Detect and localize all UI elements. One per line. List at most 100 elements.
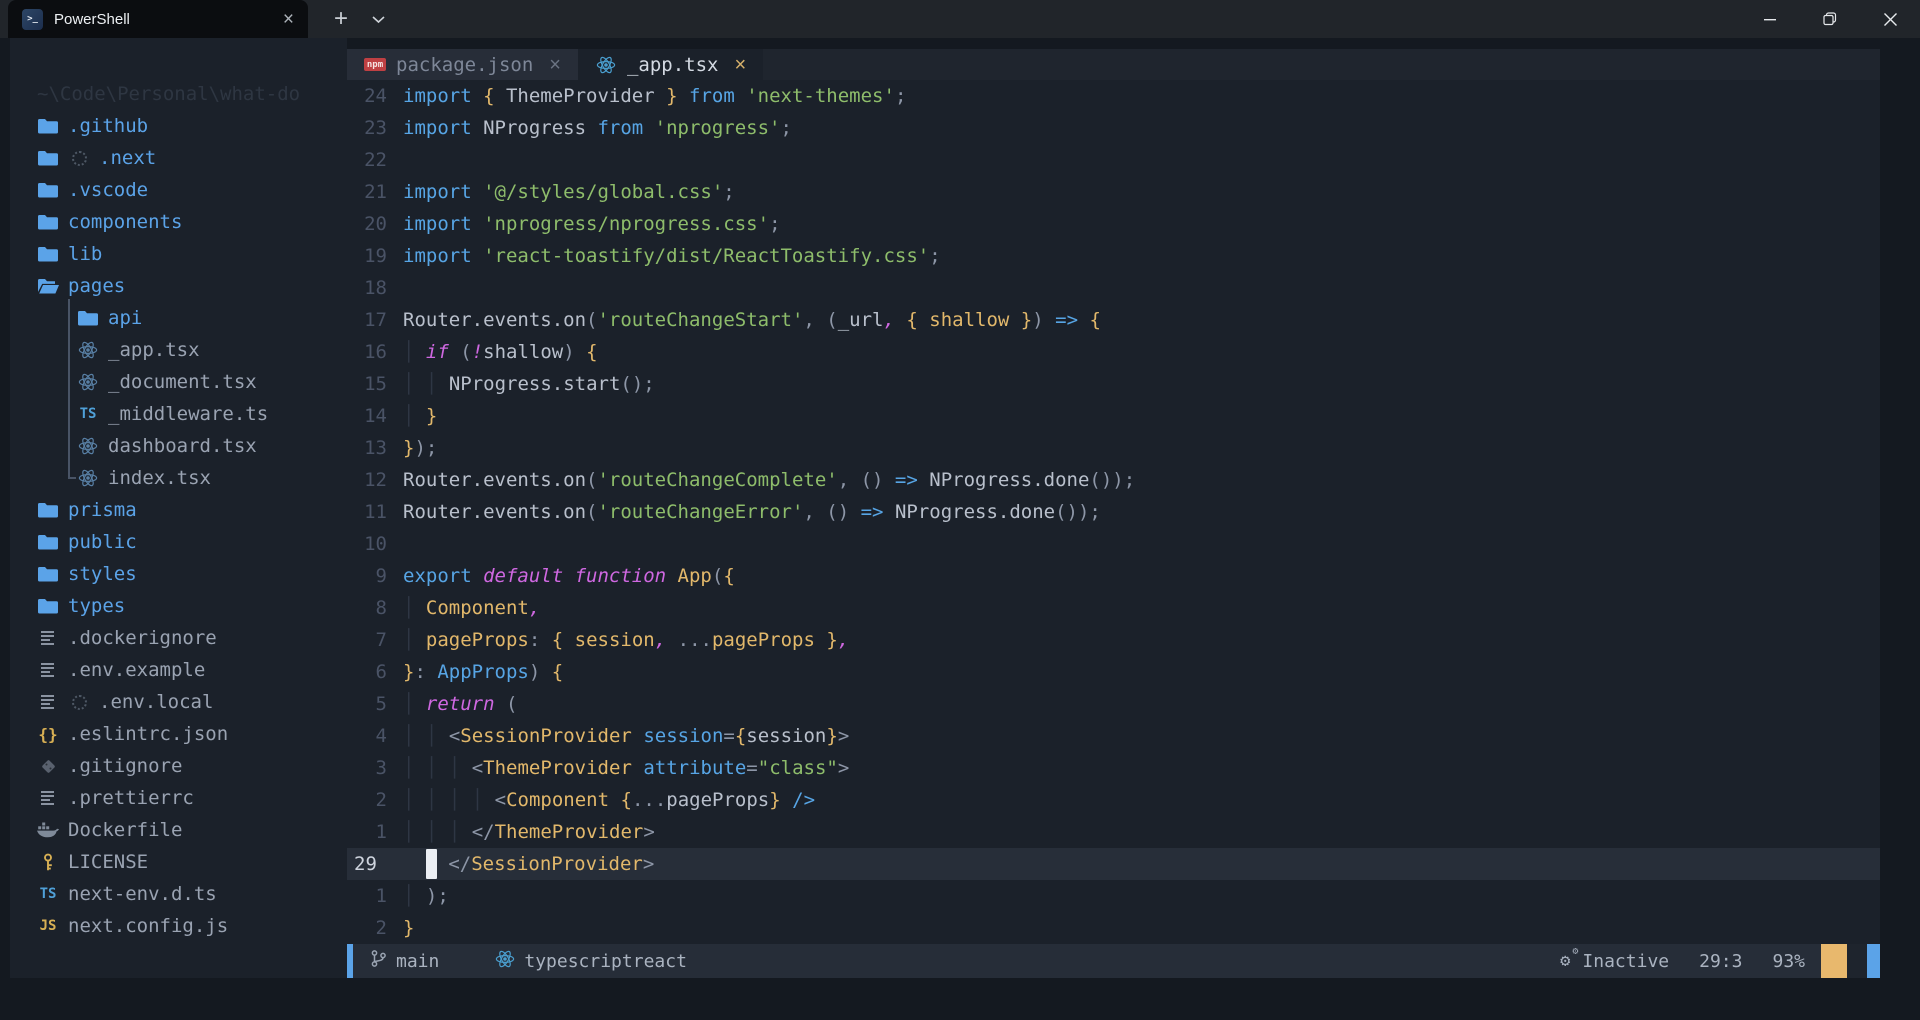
line-number: 3 (347, 752, 403, 784)
react-icon (77, 468, 99, 488)
code-line[interactable]: 3│ │ │ <ThemeProvider attribute="class"> (347, 752, 1880, 784)
code-line[interactable]: 21import '@/styles/global.css'; (347, 176, 1880, 208)
tree-item--prettierrc[interactable]: .prettierrc (10, 782, 347, 814)
buffer-tab--app-tsx[interactable]: _app.tsx× (578, 49, 763, 80)
line-number: 10 (347, 528, 403, 560)
code-line[interactable]: 19import 'react-toastify/dist/ReactToast… (347, 240, 1880, 272)
code-line[interactable]: 4│ │ <SessionProvider session={session}> (347, 720, 1880, 752)
tree-item--dockerignore[interactable]: .dockerignore (10, 622, 347, 654)
tree-item--next[interactable]: .next (10, 142, 347, 174)
code-area[interactable]: 24import { ThemeProvider } from 'next-th… (347, 80, 1880, 944)
line-number: 22 (347, 144, 403, 176)
tree-item--eslintrc-json[interactable]: {}.eslintrc.json (10, 718, 347, 750)
code-line[interactable]: 10 (347, 528, 1880, 560)
code-line-text: import { ThemeProvider } from 'next-them… (403, 80, 906, 112)
tree-item-label: components (68, 211, 182, 233)
tree-item-pages[interactable]: pages (10, 270, 347, 302)
line-number: 9 (347, 560, 403, 592)
tree-item-components[interactable]: components (10, 206, 347, 238)
tree-item--document-tsx[interactable]: _document.tsx (10, 366, 347, 398)
tree-item-label: styles (68, 563, 137, 585)
dotted-circle-icon (68, 151, 90, 166)
chevron-down-icon (372, 9, 385, 29)
line-number: 21 (347, 176, 403, 208)
lines-icon (37, 790, 59, 806)
new-tab-button[interactable]: + (334, 7, 348, 31)
statusbar-gap (1847, 944, 1867, 978)
tree-item-index-tsx[interactable]: index.tsx (10, 462, 347, 494)
tree-item-license[interactable]: LICENSE (10, 846, 347, 878)
code-line[interactable]: 5│ return ( (347, 688, 1880, 720)
buffer-tab-close-icon[interactable]: × (734, 55, 746, 75)
code-line[interactable]: 17Router.events.on('routeChangeStart', (… (347, 304, 1880, 336)
tree-item--github[interactable]: .github (10, 110, 347, 142)
tree-item-dashboard-tsx[interactable]: dashboard.tsx (10, 430, 347, 462)
tree-item-dockerfile[interactable]: Dockerfile (10, 814, 347, 846)
tree-item--vscode[interactable]: .vscode (10, 174, 347, 206)
code-line-text: │ if (!shallow) { (403, 336, 598, 368)
line-number: 6 (347, 656, 403, 688)
tree-item-label: .next (99, 147, 156, 169)
buffer-tab-package-json[interactable]: npmpackage.json× (347, 49, 578, 80)
tree-item-prisma[interactable]: prisma (10, 494, 347, 526)
terminal-tab-powershell[interactable]: >_ PowerShell × (8, 0, 308, 38)
line-number: 17 (347, 304, 403, 336)
code-line[interactable]: 18 (347, 272, 1880, 304)
tree-item--middleware-ts[interactable]: TS_middleware.ts (10, 398, 347, 430)
code-line[interactable]: 13}); (347, 432, 1880, 464)
js-icon: JS (37, 918, 59, 934)
tree-root-path: ~\Code\Personal\what-do (10, 78, 347, 110)
code-line[interactable]: 14│ } (347, 400, 1880, 432)
tree-item-label: .dockerignore (68, 627, 217, 649)
line-number: 19 (347, 240, 403, 272)
code-line[interactable]: 20import 'nprogress/nprogress.css'; (347, 208, 1880, 240)
line-number: 14 (347, 400, 403, 432)
code-line[interactable]: 16│ if (!shallow) { (347, 336, 1880, 368)
minimize-button[interactable] (1740, 0, 1800, 38)
code-line-text: Router.events.on('routeChangeComplete', … (403, 464, 1135, 496)
lsp-status: Inactive (1582, 951, 1669, 972)
react-icon (77, 436, 99, 456)
code-line[interactable]: 12Router.events.on('routeChangeComplete'… (347, 464, 1880, 496)
code-line[interactable]: 22 (347, 144, 1880, 176)
restore-button[interactable] (1800, 0, 1860, 38)
code-line-text: import '@/styles/global.css'; (403, 176, 735, 208)
code-line[interactable]: 29 </SessionProvider> (347, 848, 1880, 880)
code-line[interactable]: 2} (347, 912, 1880, 944)
tree-item-public[interactable]: public (10, 526, 347, 558)
code-line-text: │ │ │ <ThemeProvider attribute="class"> (403, 752, 849, 784)
tree-item-lib[interactable]: lib (10, 238, 347, 270)
tree-item--app-tsx[interactable]: _app.tsx (10, 334, 347, 366)
code-line[interactable]: 24import { ThemeProvider } from 'next-th… (347, 80, 1880, 112)
tree-item-styles[interactable]: styles (10, 558, 347, 590)
code-line-text: import NProgress from 'nprogress'; (403, 112, 792, 144)
code-line[interactable]: 7│ pageProps: { session, ...pageProps }, (347, 624, 1880, 656)
tree-item--env-example[interactable]: .env.example (10, 654, 347, 686)
code-line[interactable]: 1│ ); (347, 880, 1880, 912)
tree-item-api[interactable]: api (10, 302, 347, 334)
tree-item-types[interactable]: types (10, 590, 347, 622)
code-line[interactable]: 23import NProgress from 'nprogress'; (347, 112, 1880, 144)
tree-item--gitignore[interactable]: .gitignore (10, 750, 347, 782)
tree-item-next-env-d-ts[interactable]: TSnext-env.d.ts (10, 878, 347, 910)
code-line[interactable]: 8│ Component, (347, 592, 1880, 624)
code-line[interactable]: 6}: AppProps) { (347, 656, 1880, 688)
tree-item--env-local[interactable]: .env.local (10, 686, 347, 718)
terminal-tab-close-icon[interactable]: × (283, 10, 294, 29)
buffer-tab-close-icon[interactable]: × (549, 55, 561, 75)
code-line-text: │ pageProps: { session, ...pageProps }, (403, 624, 849, 656)
code-line-text: }); (403, 432, 437, 464)
code-line[interactable]: 9export default function App({ (347, 560, 1880, 592)
code-line[interactable]: 15│ │ NProgress.start(); (347, 368, 1880, 400)
react-icon (495, 949, 515, 974)
tab-dropdown-button[interactable] (372, 9, 385, 29)
code-line[interactable]: 2│ │ │ │ <Component {...pageProps} /> (347, 784, 1880, 816)
progress-block (1821, 944, 1847, 978)
close-button[interactable] (1860, 0, 1920, 38)
code-line-text: │ │ <SessionProvider session={session}> (403, 720, 849, 752)
tree-item-label: next.config.js (68, 915, 228, 937)
tree-item-next-config-js[interactable]: JS next.config.js (10, 910, 347, 942)
code-line[interactable]: 11Router.events.on('routeChangeError', (… (347, 496, 1880, 528)
code-line[interactable]: 1│ │ │ </ThemeProvider> (347, 816, 1880, 848)
lines-icon (37, 630, 59, 646)
